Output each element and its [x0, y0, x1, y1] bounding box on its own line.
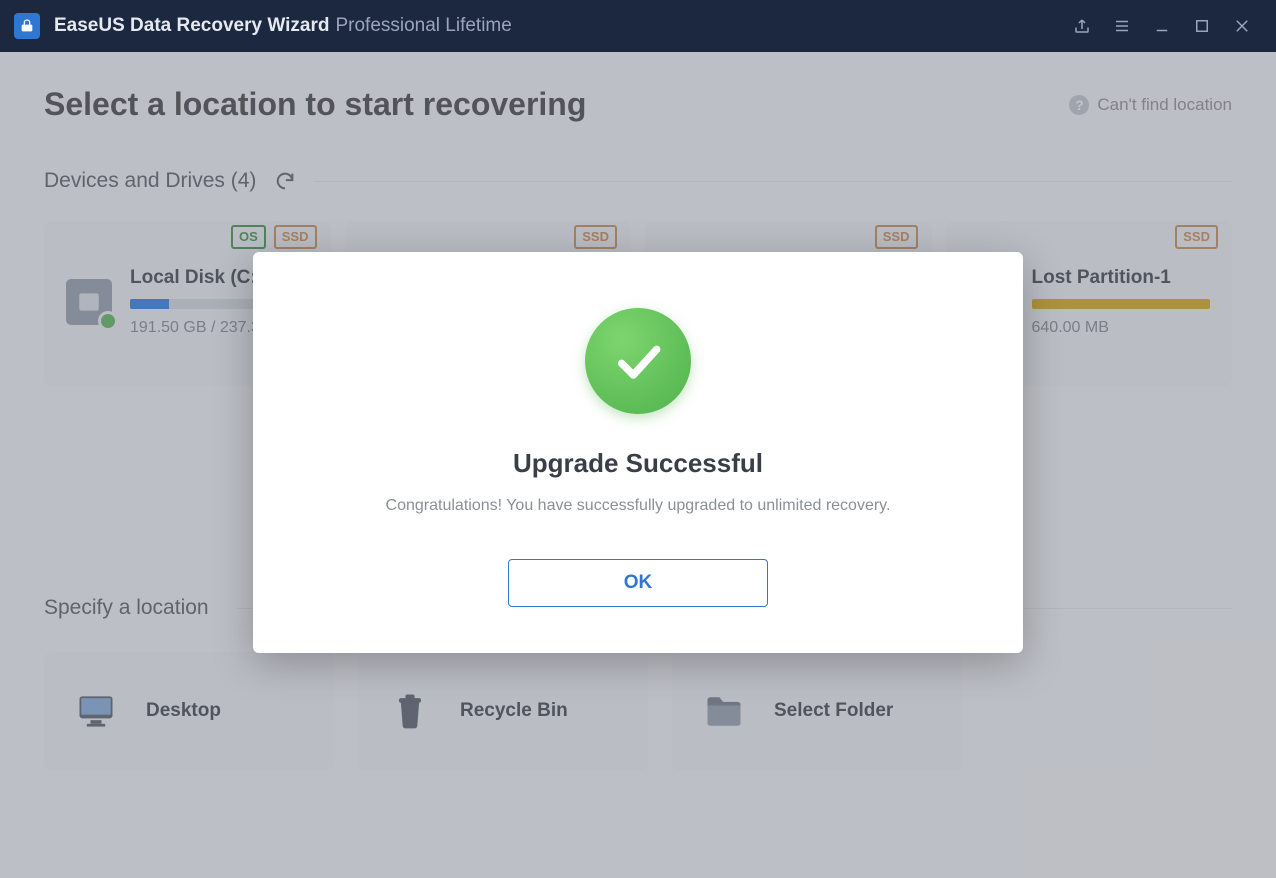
modal-overlay: Upgrade Successful Congratulations! You …: [0, 52, 1276, 878]
share-button[interactable]: [1062, 6, 1102, 46]
app-logo-icon: [14, 13, 40, 39]
success-check-icon: [585, 308, 691, 414]
upgrade-successful-dialog: Upgrade Successful Congratulations! You …: [253, 252, 1023, 653]
menu-button[interactable]: [1102, 6, 1142, 46]
modal-title: Upgrade Successful: [513, 448, 763, 479]
app-edition: Professional Lifetime: [335, 15, 511, 37]
modal-message: Congratulations! You have successfully u…: [386, 497, 891, 515]
close-button[interactable]: [1222, 6, 1262, 46]
minimize-button[interactable]: [1142, 6, 1182, 46]
maximize-button[interactable]: [1182, 6, 1222, 46]
app-title: EaseUS Data Recovery Wizard: [54, 15, 329, 37]
titlebar: EaseUS Data Recovery Wizard Professional…: [0, 0, 1276, 52]
ok-button[interactable]: OK: [508, 559, 768, 607]
